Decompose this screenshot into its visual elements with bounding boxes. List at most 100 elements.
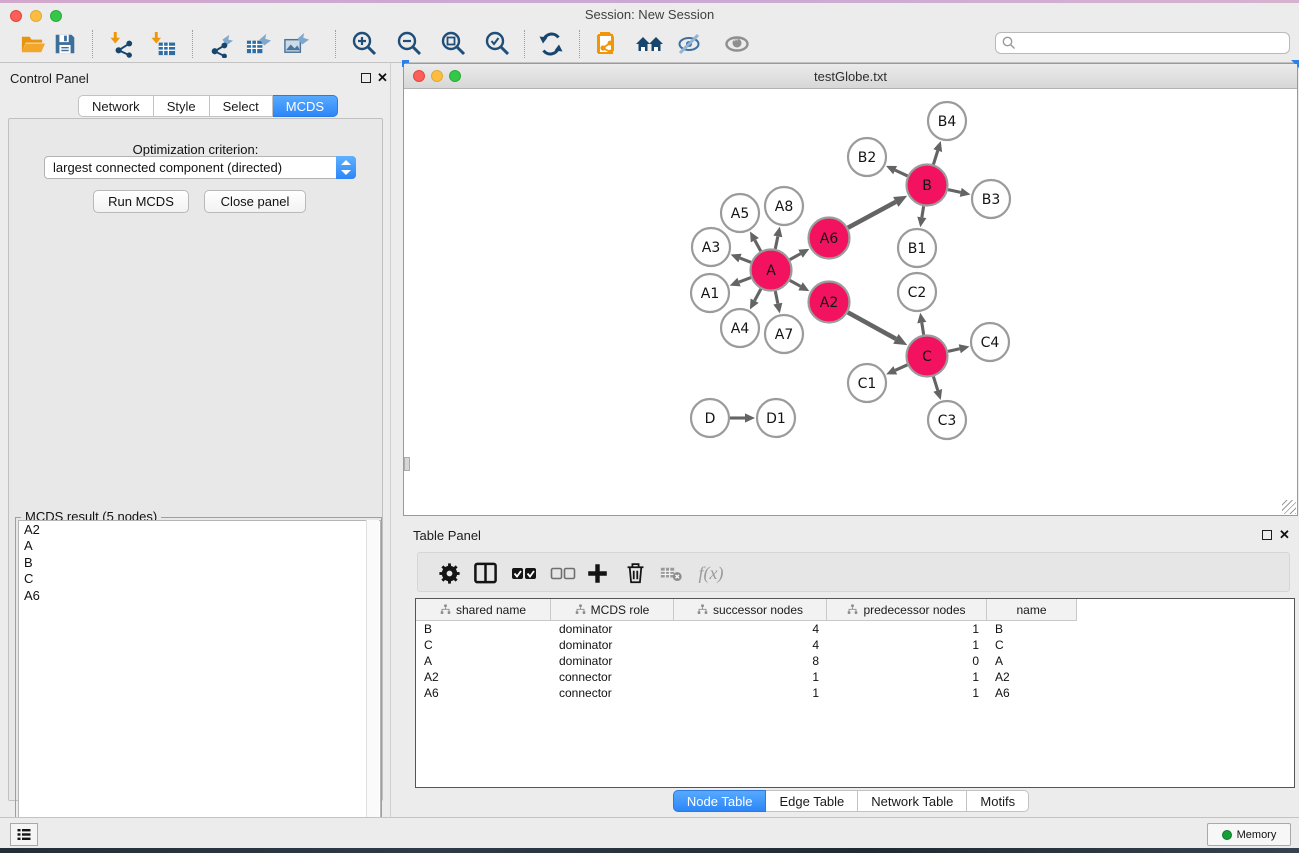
table-cell[interactable]: 1 xyxy=(674,669,827,685)
tab-network-table[interactable]: Network Table xyxy=(858,790,967,812)
export-network-icon[interactable] xyxy=(204,29,238,59)
table-row[interactable]: A6connector11A6 xyxy=(416,685,1294,701)
table-cell[interactable]: connector xyxy=(551,685,674,701)
show-panel-list-button[interactable] xyxy=(10,823,38,846)
search-input[interactable] xyxy=(1017,36,1289,50)
table-settings-gear-icon[interactable] xyxy=(434,560,464,586)
table-cell[interactable]: 1 xyxy=(827,669,987,685)
result-list-item[interactable]: A2 xyxy=(19,521,380,538)
run-mcds-button[interactable]: Run MCDS xyxy=(93,190,189,213)
edge-B-B3[interactable] xyxy=(948,190,961,193)
edge-C-C3[interactable] xyxy=(933,377,937,391)
search-field[interactable] xyxy=(995,32,1290,54)
table-row[interactable]: Adominator80A xyxy=(416,653,1294,669)
column-header-MCDS-role[interactable]: MCDS role xyxy=(551,599,674,621)
canvas-edge-handle[interactable] xyxy=(404,457,410,471)
edge-A-A1[interactable] xyxy=(739,278,751,282)
tab-select[interactable]: Select xyxy=(210,95,273,117)
delete-column-trash-icon[interactable] xyxy=(620,560,650,586)
tab-edge-table[interactable]: Edge Table xyxy=(766,790,858,812)
table-cell[interactable]: C xyxy=(416,637,551,653)
zoom-selected-icon[interactable] xyxy=(481,29,515,59)
column-header-name[interactable]: name xyxy=(987,599,1077,621)
edge-B-B4[interactable] xyxy=(933,151,937,165)
import-table-icon[interactable] xyxy=(146,29,180,59)
column-header-shared-name[interactable]: shared name xyxy=(416,599,551,621)
window-resize-grip[interactable] xyxy=(1282,500,1296,514)
edge-A-A3[interactable] xyxy=(740,258,751,262)
memory-button[interactable]: Memory xyxy=(1207,823,1291,846)
result-list-item[interactable]: B xyxy=(19,554,380,571)
edge-C-C1[interactable] xyxy=(895,365,907,370)
table-cell[interactable]: 1 xyxy=(827,621,987,637)
table-cell[interactable]: A2 xyxy=(987,669,1077,685)
edge-C-C4[interactable] xyxy=(948,349,960,352)
tab-network[interactable]: Network xyxy=(78,95,154,117)
edge-A-A7[interactable] xyxy=(775,291,778,304)
table-cell[interactable]: 8 xyxy=(674,653,827,669)
edge-A-A4[interactable] xyxy=(755,289,761,301)
refresh-layout-icon[interactable] xyxy=(534,29,568,59)
first-neighbors-icon[interactable] xyxy=(591,29,625,59)
table-row[interactable]: Bdominator41B xyxy=(416,621,1294,637)
tab-style[interactable]: Style xyxy=(154,95,210,117)
table-cell[interactable]: A xyxy=(987,653,1077,669)
float-panel-icon[interactable] xyxy=(361,73,371,83)
result-list-item[interactable]: C xyxy=(19,571,380,588)
table-cell[interactable]: C xyxy=(987,637,1077,653)
edge-A-A6[interactable] xyxy=(790,254,801,260)
table-cell[interactable]: 0 xyxy=(827,653,987,669)
add-column-icon[interactable] xyxy=(582,560,612,586)
save-session-icon[interactable] xyxy=(48,29,82,59)
mcds-result-list[interactable]: A2ABCA6 xyxy=(18,520,381,851)
column-header-successor-nodes[interactable]: successor nodes xyxy=(674,599,827,621)
column-header-predecessor-nodes[interactable]: predecessor nodes xyxy=(827,599,987,621)
show-hide-columns-icon[interactable] xyxy=(470,560,500,586)
tab-motifs[interactable]: Motifs xyxy=(967,790,1029,812)
edge-B-B1[interactable] xyxy=(922,206,924,217)
close-panel-icon[interactable]: ✕ xyxy=(377,70,388,86)
edge-A-A5[interactable] xyxy=(755,240,761,251)
table-cell[interactable]: dominator xyxy=(551,621,674,637)
table-cell[interactable]: A6 xyxy=(987,685,1077,701)
zoom-fit-content-icon[interactable] xyxy=(437,29,471,59)
result-list-scrollbar[interactable] xyxy=(366,520,379,851)
table-cell[interactable]: 1 xyxy=(674,685,827,701)
deselect-all-checkboxes-icon[interactable] xyxy=(548,560,578,586)
close-table-panel-icon[interactable]: ✕ xyxy=(1279,527,1290,543)
tab-node-table[interactable]: Node Table xyxy=(673,790,767,812)
criterion-dropdown[interactable]: largest connected component (directed) xyxy=(44,156,356,179)
table-cell[interactable]: 4 xyxy=(674,637,827,653)
float-table-panel-icon[interactable] xyxy=(1262,530,1272,540)
table-row[interactable]: Cdominator41C xyxy=(416,637,1294,653)
hide-selected-eye-slash-icon[interactable] xyxy=(673,29,707,59)
edge-A-A8[interactable] xyxy=(775,236,778,249)
zoom-in-icon[interactable] xyxy=(348,29,382,59)
import-network-icon[interactable] xyxy=(105,29,139,59)
edge-A-A2[interactable] xyxy=(790,280,801,286)
table-cell[interactable]: A2 xyxy=(416,669,551,685)
edge-A2-C[interactable] xyxy=(848,312,896,338)
network-window-titlebar[interactable]: testGlobe.txt xyxy=(404,64,1297,89)
table-cell[interactable]: A6 xyxy=(416,685,551,701)
zoom-out-icon[interactable] xyxy=(393,29,427,59)
table-cell[interactable]: B xyxy=(416,621,551,637)
export-image-icon[interactable] xyxy=(279,29,313,59)
table-row[interactable]: A2connector11A2 xyxy=(416,669,1294,685)
tab-mcds[interactable]: MCDS xyxy=(273,95,338,117)
edge-C-C2[interactable] xyxy=(922,323,924,335)
open-session-icon[interactable] xyxy=(15,29,49,59)
node-table[interactable]: shared nameMCDS rolesuccessor nodesprede… xyxy=(415,598,1295,788)
network-canvas[interactable]: B4B2BB3A8A5A6A3B1AC2A1A2A4A7C4CC1DD1C3 xyxy=(404,89,1297,515)
result-list-item[interactable]: A6 xyxy=(19,587,380,604)
home-icon[interactable] xyxy=(633,29,667,59)
close-panel-button[interactable]: Close panel xyxy=(204,190,306,213)
table-cell[interactable]: dominator xyxy=(551,653,674,669)
edge-B-B2[interactable] xyxy=(895,170,907,176)
table-cell[interactable]: 4 xyxy=(674,621,827,637)
result-list-item[interactable]: A xyxy=(19,538,380,555)
edge-A6-B[interactable] xyxy=(848,202,896,228)
table-cell[interactable]: 1 xyxy=(827,637,987,653)
table-cell[interactable]: 1 xyxy=(827,685,987,701)
export-table-icon[interactable] xyxy=(241,29,275,59)
